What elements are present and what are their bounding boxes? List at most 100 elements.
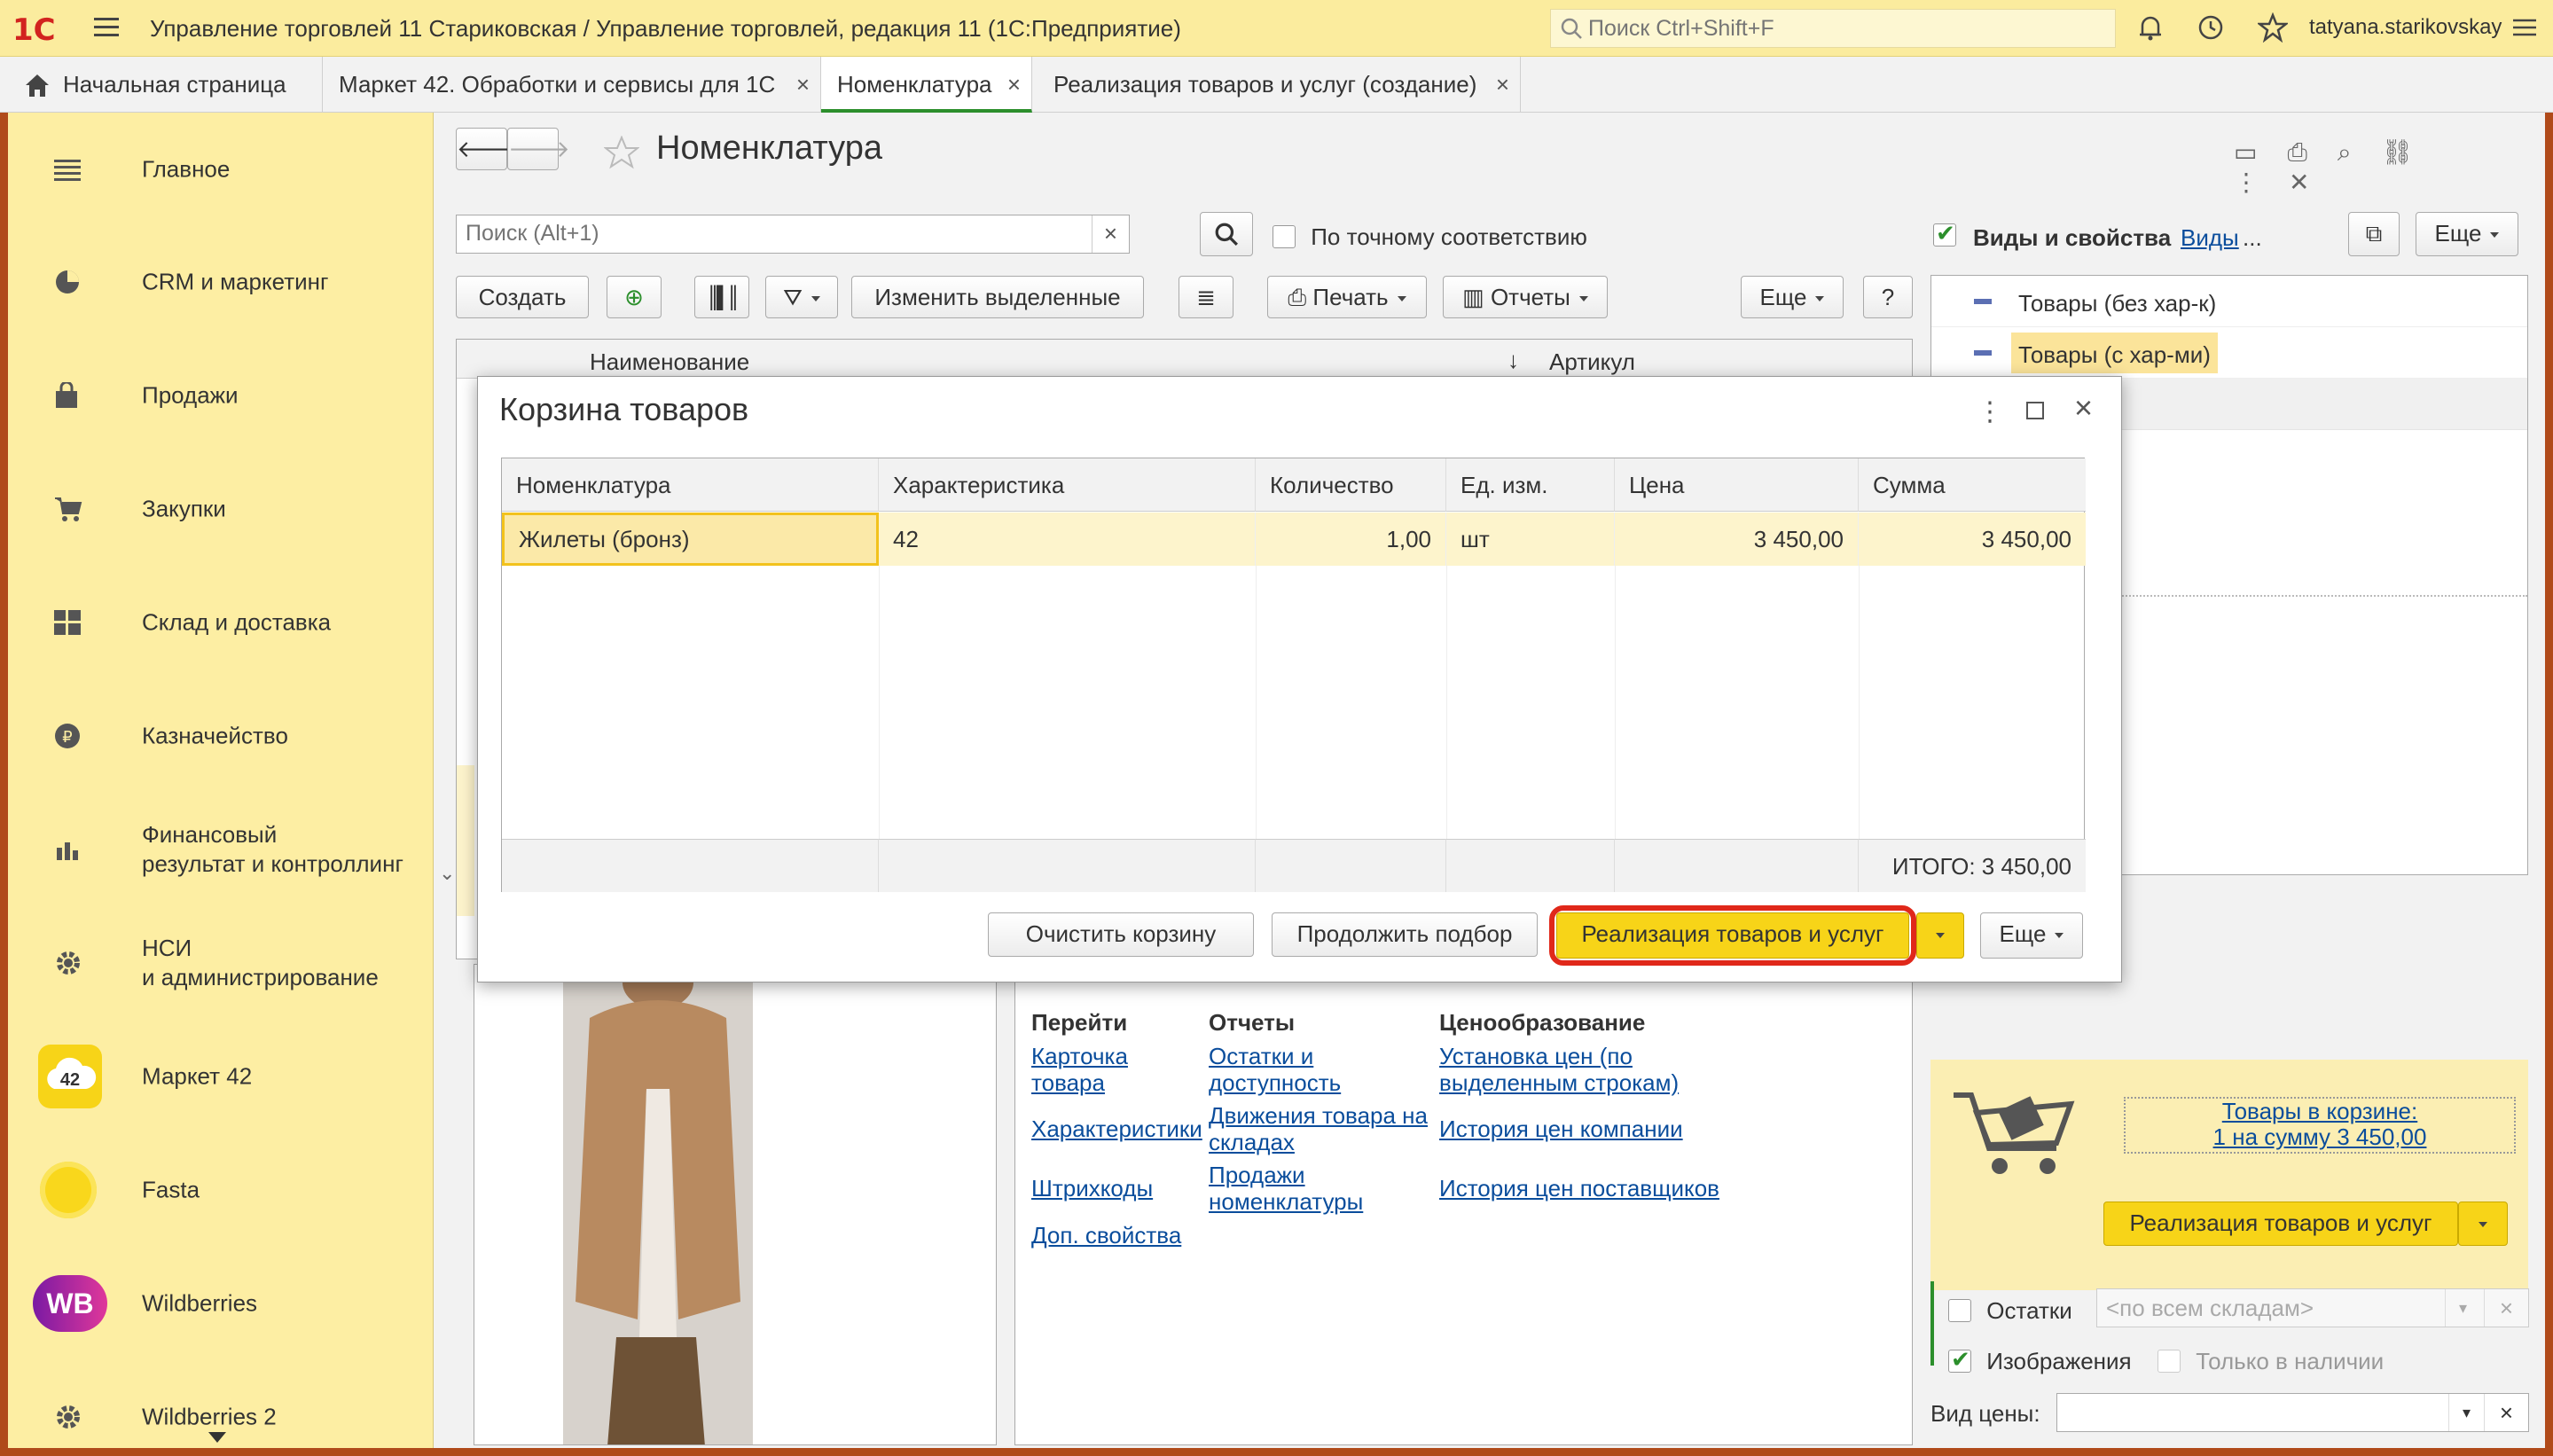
right-more-button[interactable]: Еще (2416, 212, 2518, 256)
link-product-movements[interactable]: Движения товара на складах (1209, 1102, 1439, 1155)
price-kind-select[interactable]: ▾ × (2056, 1393, 2529, 1432)
sidebar-item-purchases[interactable]: Закупки (8, 465, 433, 553)
create-sale-button[interactable]: Реализация товаров и услуг (1556, 912, 1909, 959)
clear-cart-button[interactable]: Очистить корзину (988, 912, 1254, 957)
sidebar-item-warehouse[interactable]: Склад и доставка (8, 578, 433, 667)
column-header[interactable]: Сумма (1859, 458, 2086, 512)
sidebar-item-nsi[interactable]: НСИ и администрирование (8, 919, 433, 1007)
history-icon[interactable] (2196, 12, 2226, 43)
maximize-icon[interactable] (2026, 402, 2044, 419)
cart-icon[interactable] (1950, 1077, 2083, 1184)
create-sale-dropdown-button[interactable] (1916, 912, 1964, 959)
main-menu-icon[interactable] (94, 18, 119, 37)
images-checkbox[interactable]: Изображения (1948, 1346, 2132, 1375)
chevron-down-icon[interactable]: ▾ (2445, 1289, 2480, 1327)
global-search[interactable] (1550, 9, 2116, 48)
sidebar-item-main[interactable]: Главное (8, 125, 433, 214)
settings-menu-icon[interactable] (2510, 12, 2540, 43)
sidebar-item-fasta[interactable]: Fasta (8, 1146, 433, 1234)
sidebar-item-wildberries[interactable]: WB Wildberries (8, 1259, 433, 1348)
link-characteristics[interactable]: Характеристики (1031, 1115, 1202, 1142)
link-set-prices[interactable]: Установка цен (по выделенным строкам) (1439, 1043, 1696, 1096)
sidebar-item-crm[interactable]: CRM и маркетинг (8, 238, 433, 326)
cart-link-line2[interactable]: 1 на сумму 3 450,00 (2213, 1123, 2427, 1150)
table-cell-nomenclature[interactable]: Жилеты (бронз) (502, 513, 879, 566)
link-stock-availability[interactable]: Остатки и доступность (1209, 1043, 1368, 1096)
sidebar-item-sales[interactable]: Продажи (8, 351, 433, 440)
clear-icon[interactable]: × (1092, 215, 1129, 253)
header-toolbar-icons[interactable]: ▭⎙⌕⛓⋮✕ (2234, 137, 2509, 197)
link-additional-properties[interactable]: Доп. свойства (1031, 1222, 1181, 1249)
chevron-down-icon[interactable]: ▾ (2448, 1394, 2484, 1431)
search-button[interactable] (1200, 212, 1253, 256)
favorite-star-icon[interactable] (604, 136, 639, 169)
scroll-down-arrow-icon[interactable] (208, 1432, 226, 1443)
checkbox[interactable] (2158, 1350, 2181, 1374)
bell-icon[interactable] (2135, 12, 2165, 43)
list-search-input[interactable] (457, 215, 1069, 251)
link-product-card[interactable]: Карточка товара (1031, 1043, 1191, 1096)
warehouse-select[interactable]: <по всем складам> ▾ × (2096, 1288, 2529, 1327)
column-header-article[interactable]: Артикул (1549, 348, 1635, 376)
more-button[interactable]: Еще (1741, 276, 1844, 318)
print-button[interactable]: ⎙ Печать (1267, 276, 1427, 318)
cart-table[interactable]: Номенклатура Характеристика Количество Е… (501, 458, 2086, 892)
column-header[interactable]: Характеристика (879, 458, 1256, 512)
tab-market42[interactable]: Маркет 42. Обработки и сервисы для 1С × (323, 57, 821, 113)
sidebar-item-finance[interactable]: Финансовый результат и контроллинг (8, 805, 433, 894)
column-header[interactable]: Номенклатура (502, 458, 879, 512)
checkbox[interactable] (1948, 1347, 1971, 1374)
sale-dropdown-button[interactable] (2458, 1202, 2508, 1246)
tab-home[interactable]: Начальная страница (8, 57, 323, 113)
sale-button[interactable]: Реализация товаров и услуг (2103, 1202, 2458, 1246)
global-search-input[interactable] (1551, 10, 2115, 47)
kinds-link[interactable]: Виды (2181, 224, 2239, 252)
in-stock-only-checkbox[interactable]: Только в наличии (2158, 1346, 2384, 1375)
copy-button[interactable]: ⊕ (607, 276, 662, 318)
filter-button[interactable]: ⛛ (765, 276, 838, 318)
clear-icon[interactable]: × (2484, 1394, 2528, 1431)
edit-selected-button[interactable]: Изменить выделенные (851, 276, 1144, 318)
sidebar-item-treasury[interactable]: ₽ Казначейство (8, 692, 433, 780)
dialog-more-button[interactable]: Еще (1980, 912, 2083, 959)
list-search-field[interactable]: × (456, 215, 1130, 254)
tab-nomenclature[interactable]: Номенклатура × (821, 57, 1032, 113)
link-supplier-price-history[interactable]: История цен поставщиков (1439, 1175, 1719, 1202)
clear-icon[interactable]: × (2484, 1289, 2528, 1327)
column-header[interactable]: Количество (1256, 458, 1446, 512)
close-icon[interactable]: × (796, 57, 810, 112)
column-header[interactable]: Цена (1615, 458, 1859, 512)
link-nomenclature-sales[interactable]: Продажи номенклатуры (1209, 1162, 1386, 1215)
table-cell-price[interactable]: 3 450,00 (1615, 513, 1859, 566)
close-icon[interactable]: × (2074, 389, 2093, 427)
checkbox[interactable] (1948, 1299, 1971, 1323)
close-icon[interactable]: × (1007, 57, 1021, 112)
sidebar-item-market42[interactable]: 42 Маркет 42 (8, 1032, 433, 1121)
tree-item[interactable]: Товары (с хар-ми) (1931, 327, 2527, 379)
list-settings-button[interactable]: ≣ (1179, 276, 1233, 318)
stock-checkbox[interactable]: Остатки (1948, 1296, 2072, 1325)
reports-button[interactable]: ▥ Отчеты (1443, 276, 1608, 318)
create-button[interactable]: Создать (456, 276, 589, 318)
cart-link-line1[interactable]: Товары в корзине: (2222, 1098, 2417, 1124)
forward-button[interactable]: 🡒 (507, 128, 570, 170)
user-name[interactable]: tatyana.starikovskay (2309, 15, 2502, 40)
continue-selection-button[interactable]: Продолжить подбор (1272, 912, 1538, 957)
more-vertical-icon[interactable]: ⋮ (1977, 396, 2003, 427)
exact-match-checkbox[interactable]: По точному соответствию (1273, 222, 1587, 251)
table-cell-unit[interactable]: шт (1446, 513, 1615, 566)
kinds-checkbox[interactable] (1933, 221, 1956, 247)
copy-view-button[interactable]: ⧉ (2348, 212, 2400, 256)
barcode-button[interactable]: ║▌║ (694, 276, 749, 318)
tree-item[interactable]: Товары (без хар-к) (1931, 276, 2527, 327)
table-cell-quantity[interactable]: 1,00 (1256, 513, 1446, 566)
link-company-price-history[interactable]: История цен компании (1439, 1115, 1683, 1142)
help-button[interactable]: ? (1863, 276, 1913, 318)
checkbox[interactable] (1273, 225, 1296, 249)
table-cell-characteristic[interactable]: 42 (879, 513, 1256, 566)
tab-sale-create[interactable]: Реализация товаров и услуг (создание) × (1032, 57, 1521, 113)
column-header[interactable]: Ед. изм. (1446, 458, 1615, 512)
table-cell-sum[interactable]: 3 450,00 (1859, 513, 2086, 566)
back-button[interactable]: 🡐 (456, 128, 519, 170)
column-header-name[interactable]: Наименование (590, 348, 749, 376)
